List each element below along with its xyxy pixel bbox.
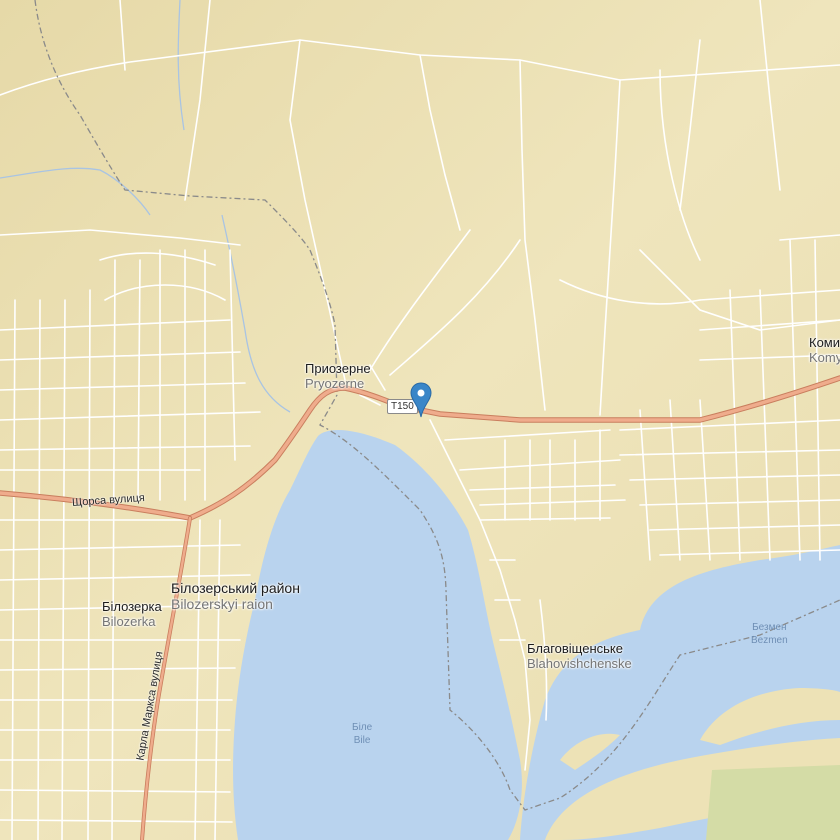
water-label-bile: Біле Bile [352,722,372,747]
place-name-latin: Bilozerskyi raion [171,596,273,613]
place-label-raion[interactable]: Білозерський район Bilozerskyi raion [171,580,300,612]
place-name-native: Білозерка [102,599,162,614]
place-label-komyshany[interactable]: Коми Komy [809,335,840,366]
green-field [706,765,840,840]
place-name-native: Благовіщенське [527,641,623,656]
map-canvas[interactable]: Приозерне Pryozerne Коми Komy Білозерськ… [0,0,840,840]
water-name-latin: Bile [353,734,371,746]
water-name-native: Біле [352,722,373,733]
water-name-native: Безмен [752,622,787,633]
map-pin-icon [410,382,432,418]
place-name-latin: Pryozerne [305,375,365,391]
place-label-blahovishchenske[interactable]: Благовіщенське Blahovishchenske [527,641,632,672]
water-label-bezmen: Безмен Bezmen [751,622,788,647]
map-layer [0,0,840,840]
place-name-latin: Bilozerka [102,613,156,629]
location-marker[interactable] [410,382,432,418]
place-label-pryozerne[interactable]: Приозерне Pryozerne [305,361,371,392]
place-name-latin: Komy [809,349,840,365]
place-label-bilozerka[interactable]: Білозерка Bilozerka [102,599,162,630]
place-name-native: Білозерський район [171,580,300,596]
place-name-native: Коми [809,335,840,350]
place-name-native: Приозерне [305,361,371,376]
place-name-latin: Blahovishchenske [527,655,632,671]
water-name-latin: Bezmen [751,634,788,646]
